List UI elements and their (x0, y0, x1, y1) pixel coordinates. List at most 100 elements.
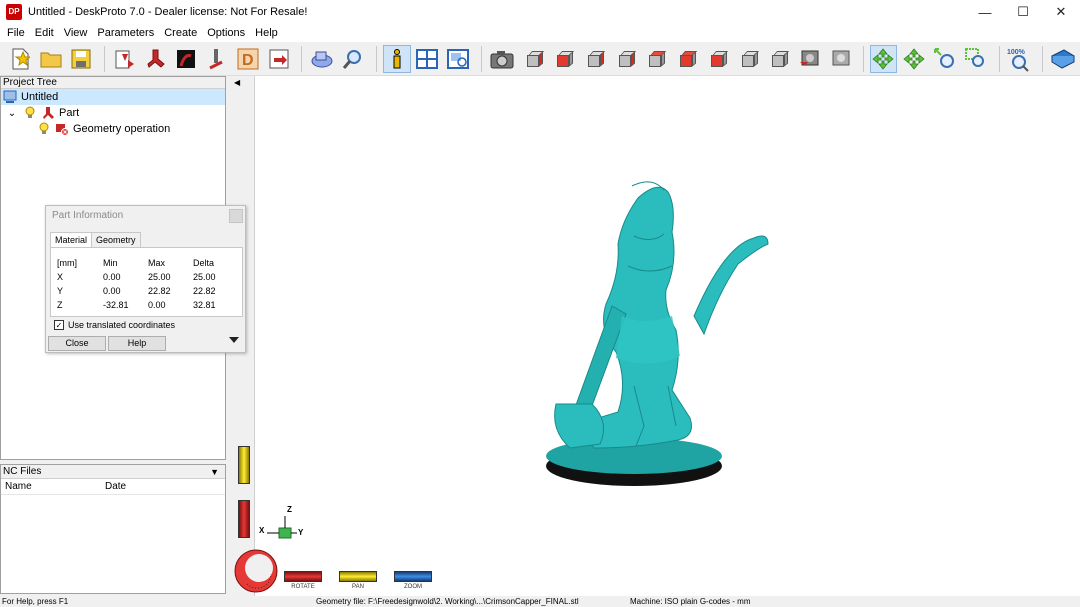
nc-files-title: NC Files (3, 466, 42, 477)
layout-button[interactable] (414, 45, 442, 73)
cube-back-icon (585, 50, 606, 68)
toolbar-separator (998, 45, 1000, 72)
shaded-view-button[interactable] (308, 45, 336, 73)
row-min: 0.00 (103, 286, 121, 296)
undo-view-button[interactable] (795, 45, 823, 73)
part-parameters-button[interactable] (142, 45, 170, 73)
tree-item-project[interactable]: Untitled (1, 89, 225, 105)
menu-file[interactable]: File (2, 24, 30, 42)
view-settings-button[interactable] (444, 45, 472, 73)
menu-parameters[interactable]: Parameters (92, 24, 159, 42)
menu-options[interactable]: Options (202, 24, 250, 42)
column-delta: Delta (193, 258, 215, 268)
load-part-button[interactable] (111, 45, 139, 73)
redo-view-icon (832, 50, 850, 65)
zoom-mode-button[interactable] (931, 45, 959, 73)
dialog-tab-content: [mm] Min Max Delta X 0.00 25.00 25.00 Y … (50, 247, 243, 317)
pan-mode-button[interactable] (900, 45, 928, 73)
part-information-dialog: Part Information Material Geometry [mm] … (45, 205, 246, 353)
tool-button[interactable] (203, 45, 231, 73)
chevron-down-icon[interactable]: ▼ (210, 465, 219, 479)
tree-item-geometry-operation[interactable]: Geometry operation (1, 121, 225, 137)
close-window-button[interactable]: ✕ (1042, 0, 1080, 24)
zoom-100-button[interactable]: 100% (1006, 45, 1034, 73)
menu-help[interactable]: Help (250, 24, 283, 42)
rotate-dial[interactable] (233, 548, 279, 594)
preview-button[interactable] (339, 45, 367, 73)
view-front-button[interactable] (549, 45, 577, 73)
row-min: -32.81 (103, 300, 129, 310)
app-icon: DP (6, 4, 22, 20)
yellow-slider[interactable] (238, 446, 250, 484)
menu-create[interactable]: Create (159, 24, 202, 42)
help-book-button[interactable] (1049, 45, 1077, 73)
export-icon (269, 49, 289, 68)
export-button[interactable] (265, 45, 293, 73)
axis-z-label: Z (287, 505, 292, 514)
new-file-button[interactable] (6, 45, 34, 73)
undo-view-icon (800, 50, 819, 66)
cutter-icon (209, 48, 223, 69)
expand-dialog-icon[interactable] (229, 337, 239, 343)
title-bar: DP Untitled - DeskProto 7.0 - Dealer lic… (0, 0, 1080, 24)
lightbulb-icon[interactable] (37, 122, 51, 136)
checkbox-checked-icon[interactable]: ✓ (54, 320, 64, 330)
collapse-panel-icon[interactable]: ◀ (234, 78, 240, 87)
view-top-button[interactable] (672, 45, 700, 73)
row-max: 22.82 (148, 286, 171, 296)
tab-material[interactable]: Material (50, 232, 93, 247)
svg-text:D: D (242, 52, 254, 69)
table-row: Z -32.81 0.00 32.81 (57, 298, 233, 312)
3d-model-figure[interactable] (544, 156, 784, 491)
lightbulb-icon[interactable] (23, 106, 37, 120)
red-slider[interactable] (238, 500, 250, 538)
snapshot-button[interactable] (488, 45, 516, 73)
project-icon (3, 90, 17, 104)
rotate-mode-button[interactable] (869, 44, 898, 73)
window-title: Untitled - DeskProto 7.0 - Dealer licens… (28, 6, 308, 18)
drawing-button[interactable]: D (234, 45, 262, 73)
help-button[interactable]: Help (108, 336, 166, 351)
view-plain-button[interactable] (764, 45, 792, 73)
dimensions-table: [mm] Min Max Delta X 0.00 25.00 25.00 Y … (57, 256, 233, 312)
menu-view[interactable]: View (59, 24, 93, 42)
redo-view-button[interactable] (826, 45, 854, 73)
project-tree-header: Project Tree (1, 77, 225, 89)
expand-icon[interactable]: ⌄ (5, 106, 19, 120)
axis-x-label: X (259, 526, 265, 535)
column-name[interactable]: Name (1, 481, 105, 492)
bitmap-button[interactable] (173, 45, 201, 73)
toolbar-separator (301, 45, 303, 72)
tab-geometry[interactable]: Geometry (91, 232, 141, 247)
row-max: 0.00 (148, 300, 166, 310)
use-translated-label: Use translated coordinates (68, 320, 176, 330)
view-bottom-button[interactable] (703, 45, 731, 73)
view-iso-button[interactable] (519, 45, 547, 73)
nc-files-header: NC Files ▼ (1, 465, 225, 479)
view-perspective-button[interactable] (734, 45, 762, 73)
maximize-button[interactable]: ☐ (1004, 0, 1042, 24)
window-grid-icon (416, 48, 439, 69)
table-row: X 0.00 25.00 25.00 (57, 270, 233, 284)
menu-edit[interactable]: Edit (30, 24, 59, 42)
zoom-window-button[interactable] (962, 45, 990, 73)
tree-item-part-label: Part (59, 107, 80, 119)
zoom-bar[interactable] (394, 571, 432, 582)
rotate-bar[interactable] (284, 571, 322, 582)
row-delta: 25.00 (193, 272, 216, 282)
pan-bar[interactable] (339, 571, 377, 582)
tree-item-part[interactable]: ⌄ Part (1, 105, 225, 121)
view-left-button[interactable] (611, 45, 639, 73)
view-right-button[interactable] (642, 45, 670, 73)
open-file-button[interactable] (37, 45, 65, 73)
part-info-button[interactable] (382, 44, 411, 73)
dialog-close-icon[interactable] (229, 209, 243, 223)
column-date[interactable]: Date (105, 481, 223, 492)
pan-arrows-icon (903, 47, 925, 70)
save-file-button[interactable] (67, 45, 95, 73)
close-button[interactable]: Close (48, 336, 106, 351)
view-back-button[interactable] (580, 45, 608, 73)
3d-viewport[interactable]: ◀ Z X Y ROTATE PAN ZOOM (229, 76, 1080, 596)
minimize-button[interactable]: — (966, 0, 1004, 24)
use-translated-checkbox[interactable]: ✓ Use translated coordinates (54, 320, 175, 330)
